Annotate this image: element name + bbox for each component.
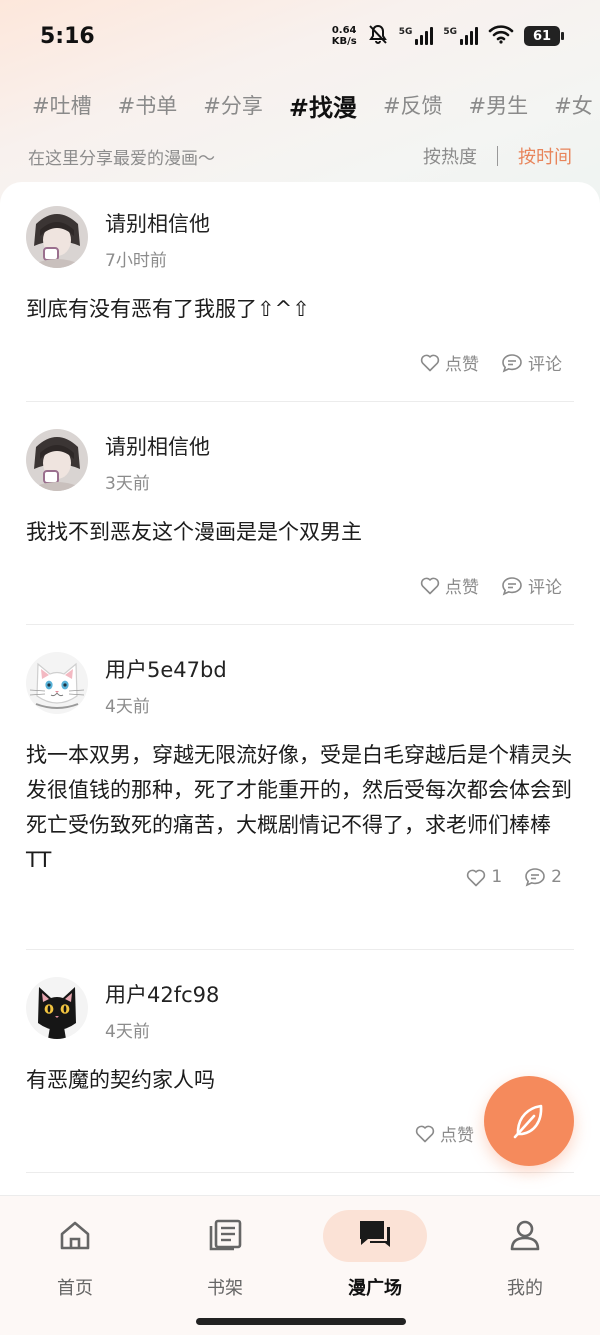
post-divider xyxy=(26,1172,574,1173)
like-button[interactable]: 点赞 xyxy=(420,573,479,598)
post-header: 请别相信他 3天前 xyxy=(26,429,574,499)
user-name[interactable]: 用户42fc98 xyxy=(105,979,219,1009)
post-feed: 请别相信他 7小时前 到底有没有恶有了我服了⇧^⇧ 点赞 评论 请别相信他 3天… xyxy=(0,182,600,1195)
post-item[interactable]: 请别相信他 7小时前 到底有没有恶有了我服了⇧^⇧ 点赞 评论 xyxy=(26,206,574,375)
status-time: 5:16 xyxy=(40,23,95,49)
heart-icon xyxy=(415,1125,435,1143)
post-item[interactable]: 用户5e47bd 4天前 找一本双男，穿越无限流好像，受是白毛穿越后是个精灵头发… xyxy=(26,652,574,887)
post-divider xyxy=(26,401,574,402)
status-bar: 5:16 0.64 KB/s 5G 5G 61 xyxy=(0,0,600,72)
status-icons: 0.64 KB/s 5G 5G 61 xyxy=(332,23,564,49)
nav-profile[interactable]: 我的 xyxy=(465,1210,585,1300)
like-label: 点赞 xyxy=(440,1126,474,1146)
nav-label: 我的 xyxy=(507,1278,543,1299)
user-name[interactable]: 用户5e47bd xyxy=(105,654,227,684)
tab-nv[interactable]: #女 xyxy=(554,90,593,120)
comment-label: 评论 xyxy=(528,578,562,598)
heart-icon xyxy=(467,869,486,886)
sort-by-time-button[interactable]: 按时间 xyxy=(518,143,572,169)
like-label: 点赞 xyxy=(445,355,479,375)
tab-fankui[interactable]: #反馈 xyxy=(383,90,443,120)
user-name[interactable]: 请别相信他 xyxy=(105,431,210,461)
nav-label: 漫广场 xyxy=(348,1278,402,1299)
post-content: 有恶魔的契约家人吗 xyxy=(26,1068,215,1092)
post-item[interactable]: 请别相信他 3天前 我找不到恶友这个漫画是是个双男主 点赞 评论 xyxy=(26,429,574,598)
post-time: 4天前 xyxy=(105,1022,150,1042)
comment-button[interactable]: 2 xyxy=(524,867,562,887)
topic-description: 在这里分享最爱的漫画～ xyxy=(28,148,215,169)
comment-icon xyxy=(502,353,522,372)
nav-home[interactable]: 首页 xyxy=(15,1210,135,1300)
tab-shudan[interactable]: #书单 xyxy=(118,90,178,120)
post-time: 7小时前 xyxy=(105,251,167,271)
post-content: 我找不到恶友这个漫画是是个双男主 xyxy=(26,520,362,544)
nav-bookshelf[interactable]: 书架 xyxy=(165,1210,285,1300)
home-icon xyxy=(15,1210,135,1260)
bookshelf-icon xyxy=(165,1210,285,1260)
bottom-nav: 首页 书架 漫广场 我的 xyxy=(0,1195,600,1335)
post-content: 到底有没有恶有了我服了⇧^⇧ xyxy=(26,297,310,321)
avatar[interactable] xyxy=(26,206,88,268)
post-actions: 点赞 评论 xyxy=(420,350,562,375)
comment-label: 评论 xyxy=(528,355,562,375)
home-indicator[interactable] xyxy=(196,1318,406,1325)
like-label: 点赞 xyxy=(445,578,479,598)
post-divider xyxy=(26,949,574,950)
post-header: 用户5e47bd 4天前 xyxy=(26,652,574,722)
comment-icon xyxy=(502,576,522,595)
like-button[interactable]: 点赞 xyxy=(420,350,479,375)
wifi-icon xyxy=(488,24,514,48)
like-button[interactable]: 1 xyxy=(466,867,502,887)
tab-fenxiang[interactable]: #分享 xyxy=(203,90,263,120)
post-header: 用户42fc98 4天前 xyxy=(26,977,574,1047)
sort-divider xyxy=(497,146,498,166)
post-item[interactable]: 用户42fc98 4天前 有恶魔的契约家人吗 点赞 xyxy=(26,977,574,1146)
signal-icon-1: 5G xyxy=(399,27,434,45)
avatar[interactable] xyxy=(26,977,88,1039)
comment-icon xyxy=(525,868,545,887)
signal-label-1: 5G xyxy=(398,27,413,37)
post-actions: 点赞 xyxy=(415,1121,474,1146)
like-button[interactable]: 点赞 xyxy=(415,1121,474,1146)
heart-icon xyxy=(420,354,440,372)
nav-square[interactable]: 漫广场 xyxy=(315,1210,435,1300)
post-divider xyxy=(26,624,574,625)
post-actions: 点赞 评论 xyxy=(420,573,562,598)
net-speed-value: 0.64 xyxy=(331,25,357,36)
post-content: 找一本双男，穿越无限流好像，受是白毛穿越后是个精灵头发很值钱的那种，死了才能重开… xyxy=(26,743,572,872)
comment-button[interactable]: 评论 xyxy=(501,350,562,375)
post-actions: 1 2 xyxy=(466,867,562,887)
topic-subbar: 在这里分享最爱的漫画～ 按热度 按时间 xyxy=(0,140,600,172)
signal-icon-2: 5G xyxy=(443,27,478,45)
like-count: 1 xyxy=(491,867,503,887)
user-icon xyxy=(465,1210,585,1260)
tab-zhaoman[interactable]: #找漫 xyxy=(289,88,357,127)
battery-icon: 61 xyxy=(524,26,564,46)
post-time: 4天前 xyxy=(105,697,150,717)
avatar[interactable] xyxy=(26,429,88,491)
nav-label: 首页 xyxy=(57,1278,93,1299)
signal-label-2: 5G xyxy=(443,27,457,37)
network-speed: 0.64 KB/s xyxy=(332,25,357,47)
chat-icon xyxy=(315,1210,435,1260)
sort-switch: 按热度 按时间 xyxy=(423,143,572,169)
comment-button[interactable]: 评论 xyxy=(501,573,562,598)
nav-label: 书架 xyxy=(207,1278,243,1299)
post-header: 请别相信他 7小时前 xyxy=(26,206,574,276)
tab-tucao[interactable]: #吐槽 xyxy=(32,90,92,120)
topic-tabs: #吐槽 #书单 #分享 #找漫 #反馈 #男生 #女 xyxy=(0,82,600,128)
avatar[interactable] xyxy=(26,652,88,714)
battery-level: 61 xyxy=(532,28,552,44)
sort-by-hot-button[interactable]: 按热度 xyxy=(423,143,477,169)
heart-icon xyxy=(420,577,440,595)
tab-nansheng[interactable]: #男生 xyxy=(469,90,529,120)
mute-icon xyxy=(367,23,389,49)
post-time: 3天前 xyxy=(105,474,150,494)
compose-post-button[interactable] xyxy=(484,1076,574,1166)
feather-icon xyxy=(513,1104,543,1139)
net-speed-unit: KB/s xyxy=(331,36,357,47)
user-name[interactable]: 请别相信他 xyxy=(105,208,210,238)
comment-count: 2 xyxy=(551,867,562,887)
